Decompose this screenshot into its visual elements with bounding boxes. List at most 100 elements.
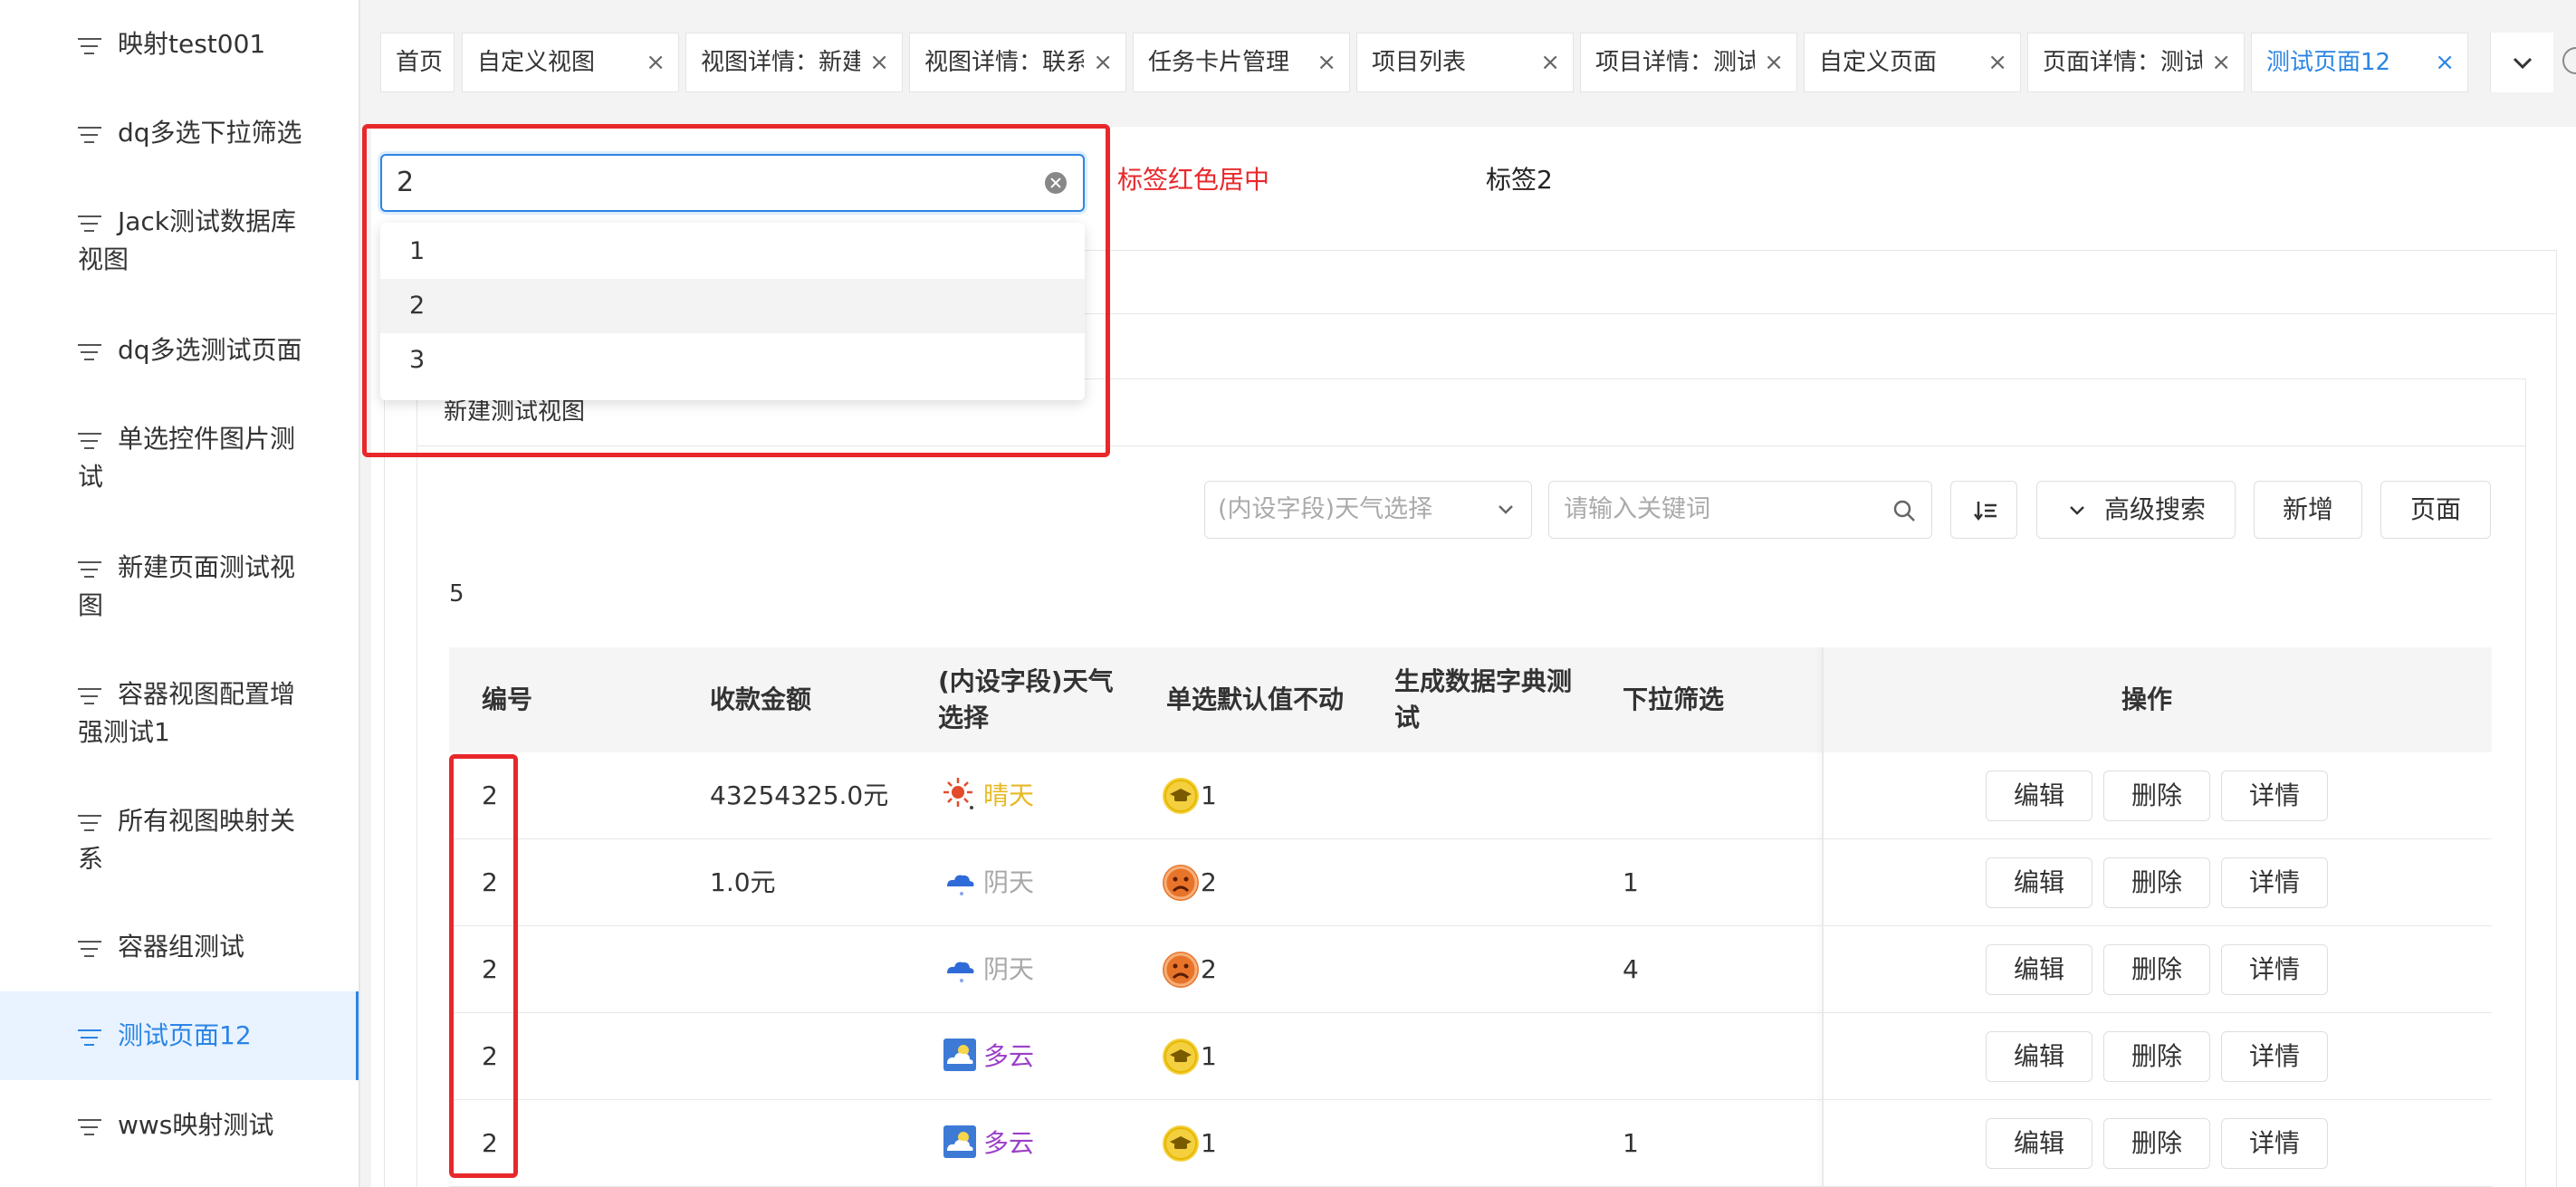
sort-icon: [1974, 502, 1997, 522]
sidebar-item-label: Jack测试数据库视图: [78, 206, 297, 274]
close-icon[interactable]: ×: [1540, 34, 1560, 91]
sidebar-item-label: dq多选测试页面: [118, 335, 302, 365]
cell-weather: 阴天: [983, 954, 1035, 984]
select-value: 2: [397, 167, 415, 198]
sort-button[interactable]: [1950, 481, 2017, 539]
sidebar-item[interactable]: 容器组测试: [0, 928, 359, 966]
cell-radio: 2: [1201, 867, 1217, 897]
delete-button[interactable]: 删除: [2103, 857, 2210, 908]
divider: [417, 445, 2526, 446]
cloudy-icon: [942, 1124, 978, 1160]
tab-label: 测试页面12: [2266, 49, 2391, 76]
tab-label: 自定义视图: [477, 49, 596, 76]
tab[interactable]: 视图详情：联系 ×: [909, 33, 1126, 92]
sidebar-item[interactable]: 映射test001: [0, 25, 359, 63]
tab[interactable]: 自定义页面 ×: [1804, 33, 2021, 92]
search-icon[interactable]: [1891, 498, 1917, 523]
tab[interactable]: 测试页面12 ×: [2251, 33, 2468, 92]
sidebar-item-label: 映射test001: [118, 29, 266, 59]
sidebar-item-label: 单选控件图片测试: [78, 424, 296, 492]
cell-radio: 1: [1201, 780, 1217, 810]
graduation-cap-icon: [1163, 778, 1199, 814]
page-button[interactable]: 页面: [2380, 481, 2491, 539]
delete-button[interactable]: 删除: [2103, 1118, 2210, 1169]
close-icon[interactable]: ×: [1987, 34, 2007, 91]
close-icon[interactable]: ×: [1764, 34, 1784, 91]
clear-icon[interactable]: [1045, 172, 1067, 194]
tab-more-button[interactable]: [2490, 33, 2553, 92]
table-header: 编号 收款金额 (内设字段)天气选择 单选默认值不动 生成数据字典测试 下拉筛选 操作: [449, 647, 2492, 752]
detail-button[interactable]: 详情: [2221, 857, 2328, 908]
dropdown-option[interactable]: 2: [380, 279, 1085, 333]
sidebar-item[interactable]: 容器视图配置增强测试1: [0, 675, 359, 751]
sidebar-item[interactable]: dq多选测试页面: [0, 331, 359, 369]
detail-button[interactable]: 详情: [2221, 771, 2328, 821]
sidebar: 映射test001 dq多选下拉筛选 Jack测试数据库视图 dq多选测试页面单选控件…: [0, 0, 360, 1187]
filter-list-icon: [78, 38, 101, 56]
table-row: 2 多云 1 编辑 删除 详情: [449, 1013, 2492, 1100]
tab-bar: 首页 自定义视图 × 视图详情：新建 × 视图详情：联系 × 任务卡片管理 × 项目列表 × 项目详情…: [362, 0, 2576, 127]
tab[interactable]: 任务卡片管理 ×: [1133, 33, 1350, 92]
tab[interactable]: 项目列表 ×: [1356, 33, 1574, 92]
tab-label: 首页: [396, 49, 444, 76]
close-icon[interactable]: ×: [1093, 34, 1113, 91]
tab[interactable]: 自定义视图 ×: [462, 33, 679, 92]
close-icon[interactable]: ×: [2211, 34, 2231, 91]
chevron-down-icon: [2513, 57, 2533, 70]
column-header: 生成数据字典测试: [1394, 666, 1573, 732]
close-icon[interactable]: ×: [869, 34, 889, 91]
detail-button[interactable]: 详情: [2221, 1118, 2328, 1169]
tab-label: 视图详情：联系: [924, 49, 1084, 76]
cell-weather: 晴天: [983, 780, 1035, 810]
dropdown-option[interactable]: 1: [380, 225, 1085, 279]
tab-label: 页面详情：测试: [2043, 49, 2202, 76]
edit-button[interactable]: 编辑: [1986, 944, 2092, 995]
detail-button[interactable]: 详情: [2221, 1031, 2328, 1082]
weather-select[interactable]: (内设字段)天气选择: [1204, 481, 1532, 539]
sidebar-item[interactable]: Jack测试数据库视图: [0, 203, 359, 279]
detail-button[interactable]: 详情: [2221, 944, 2328, 995]
advanced-search-button[interactable]: 高级搜索: [2036, 481, 2236, 539]
delete-button[interactable]: 删除: [2103, 1031, 2210, 1082]
fixed-column-divider: [1822, 647, 1824, 1187]
filter-list-icon: [78, 344, 101, 362]
sidebar-item[interactable]: 测试页面12: [0, 991, 359, 1080]
close-icon[interactable]: ×: [1317, 34, 1336, 91]
sidebar-item-label: wws映射测试: [118, 1110, 274, 1140]
sidebar-item[interactable]: 所有视图映射关系: [0, 802, 359, 878]
delete-button[interactable]: 删除: [2103, 771, 2210, 821]
column-header: 单选默认值不动: [1166, 684, 1345, 714]
cell-weather: 多云: [983, 1128, 1035, 1158]
delete-button[interactable]: 删除: [2103, 944, 2210, 995]
table-row: 2 多云 1 1 编辑 删除 详情: [449, 1100, 2492, 1187]
sidebar-item[interactable]: 新建页面测试视图: [0, 549, 359, 625]
filter-list-icon: [78, 941, 101, 959]
edit-button[interactable]: 编辑: [1986, 857, 2092, 908]
filter-list-icon: [78, 1029, 101, 1048]
rain-cloud-icon: [942, 863, 978, 899]
tab-label: 自定义页面: [1819, 49, 1938, 76]
keyword-search-input[interactable]: 请输入关键词: [1548, 481, 1932, 539]
cell-dropdown: 4: [1623, 954, 1639, 984]
tab[interactable]: 视图详情：新建 ×: [685, 33, 903, 92]
close-icon[interactable]: ×: [646, 34, 666, 91]
dropdown-option[interactable]: 3: [380, 333, 1085, 388]
cell-id: 2: [482, 1128, 498, 1158]
sidebar-item[interactable]: wws映射测试: [0, 1106, 359, 1144]
weather-select-placeholder: (内设字段)天气选择: [1218, 495, 1433, 523]
edit-button[interactable]: 编辑: [1986, 1118, 2092, 1169]
sidebar-item[interactable]: dq多选下拉筛选: [0, 114, 359, 152]
label-2: 标签2: [1486, 165, 1553, 195]
tab[interactable]: 项目详情：测试 ×: [1580, 33, 1797, 92]
edit-button[interactable]: 编辑: [1986, 771, 2092, 821]
tab[interactable]: 首页: [380, 33, 455, 92]
number-select[interactable]: 2: [380, 154, 1085, 212]
add-button[interactable]: 新增: [2254, 481, 2362, 539]
edit-button[interactable]: 编辑: [1986, 1031, 2092, 1082]
tab-label: 项目详情：测试: [1595, 49, 1755, 76]
table-row: 2 阴天 2 4 编辑 删除 详情: [449, 926, 2492, 1013]
tab-label: 视图详情：新建: [701, 49, 860, 76]
sidebar-item[interactable]: 单选控件图片测试: [0, 420, 359, 496]
tab[interactable]: 页面详情：测试 ×: [2027, 33, 2245, 92]
close-icon[interactable]: ×: [2435, 34, 2455, 91]
